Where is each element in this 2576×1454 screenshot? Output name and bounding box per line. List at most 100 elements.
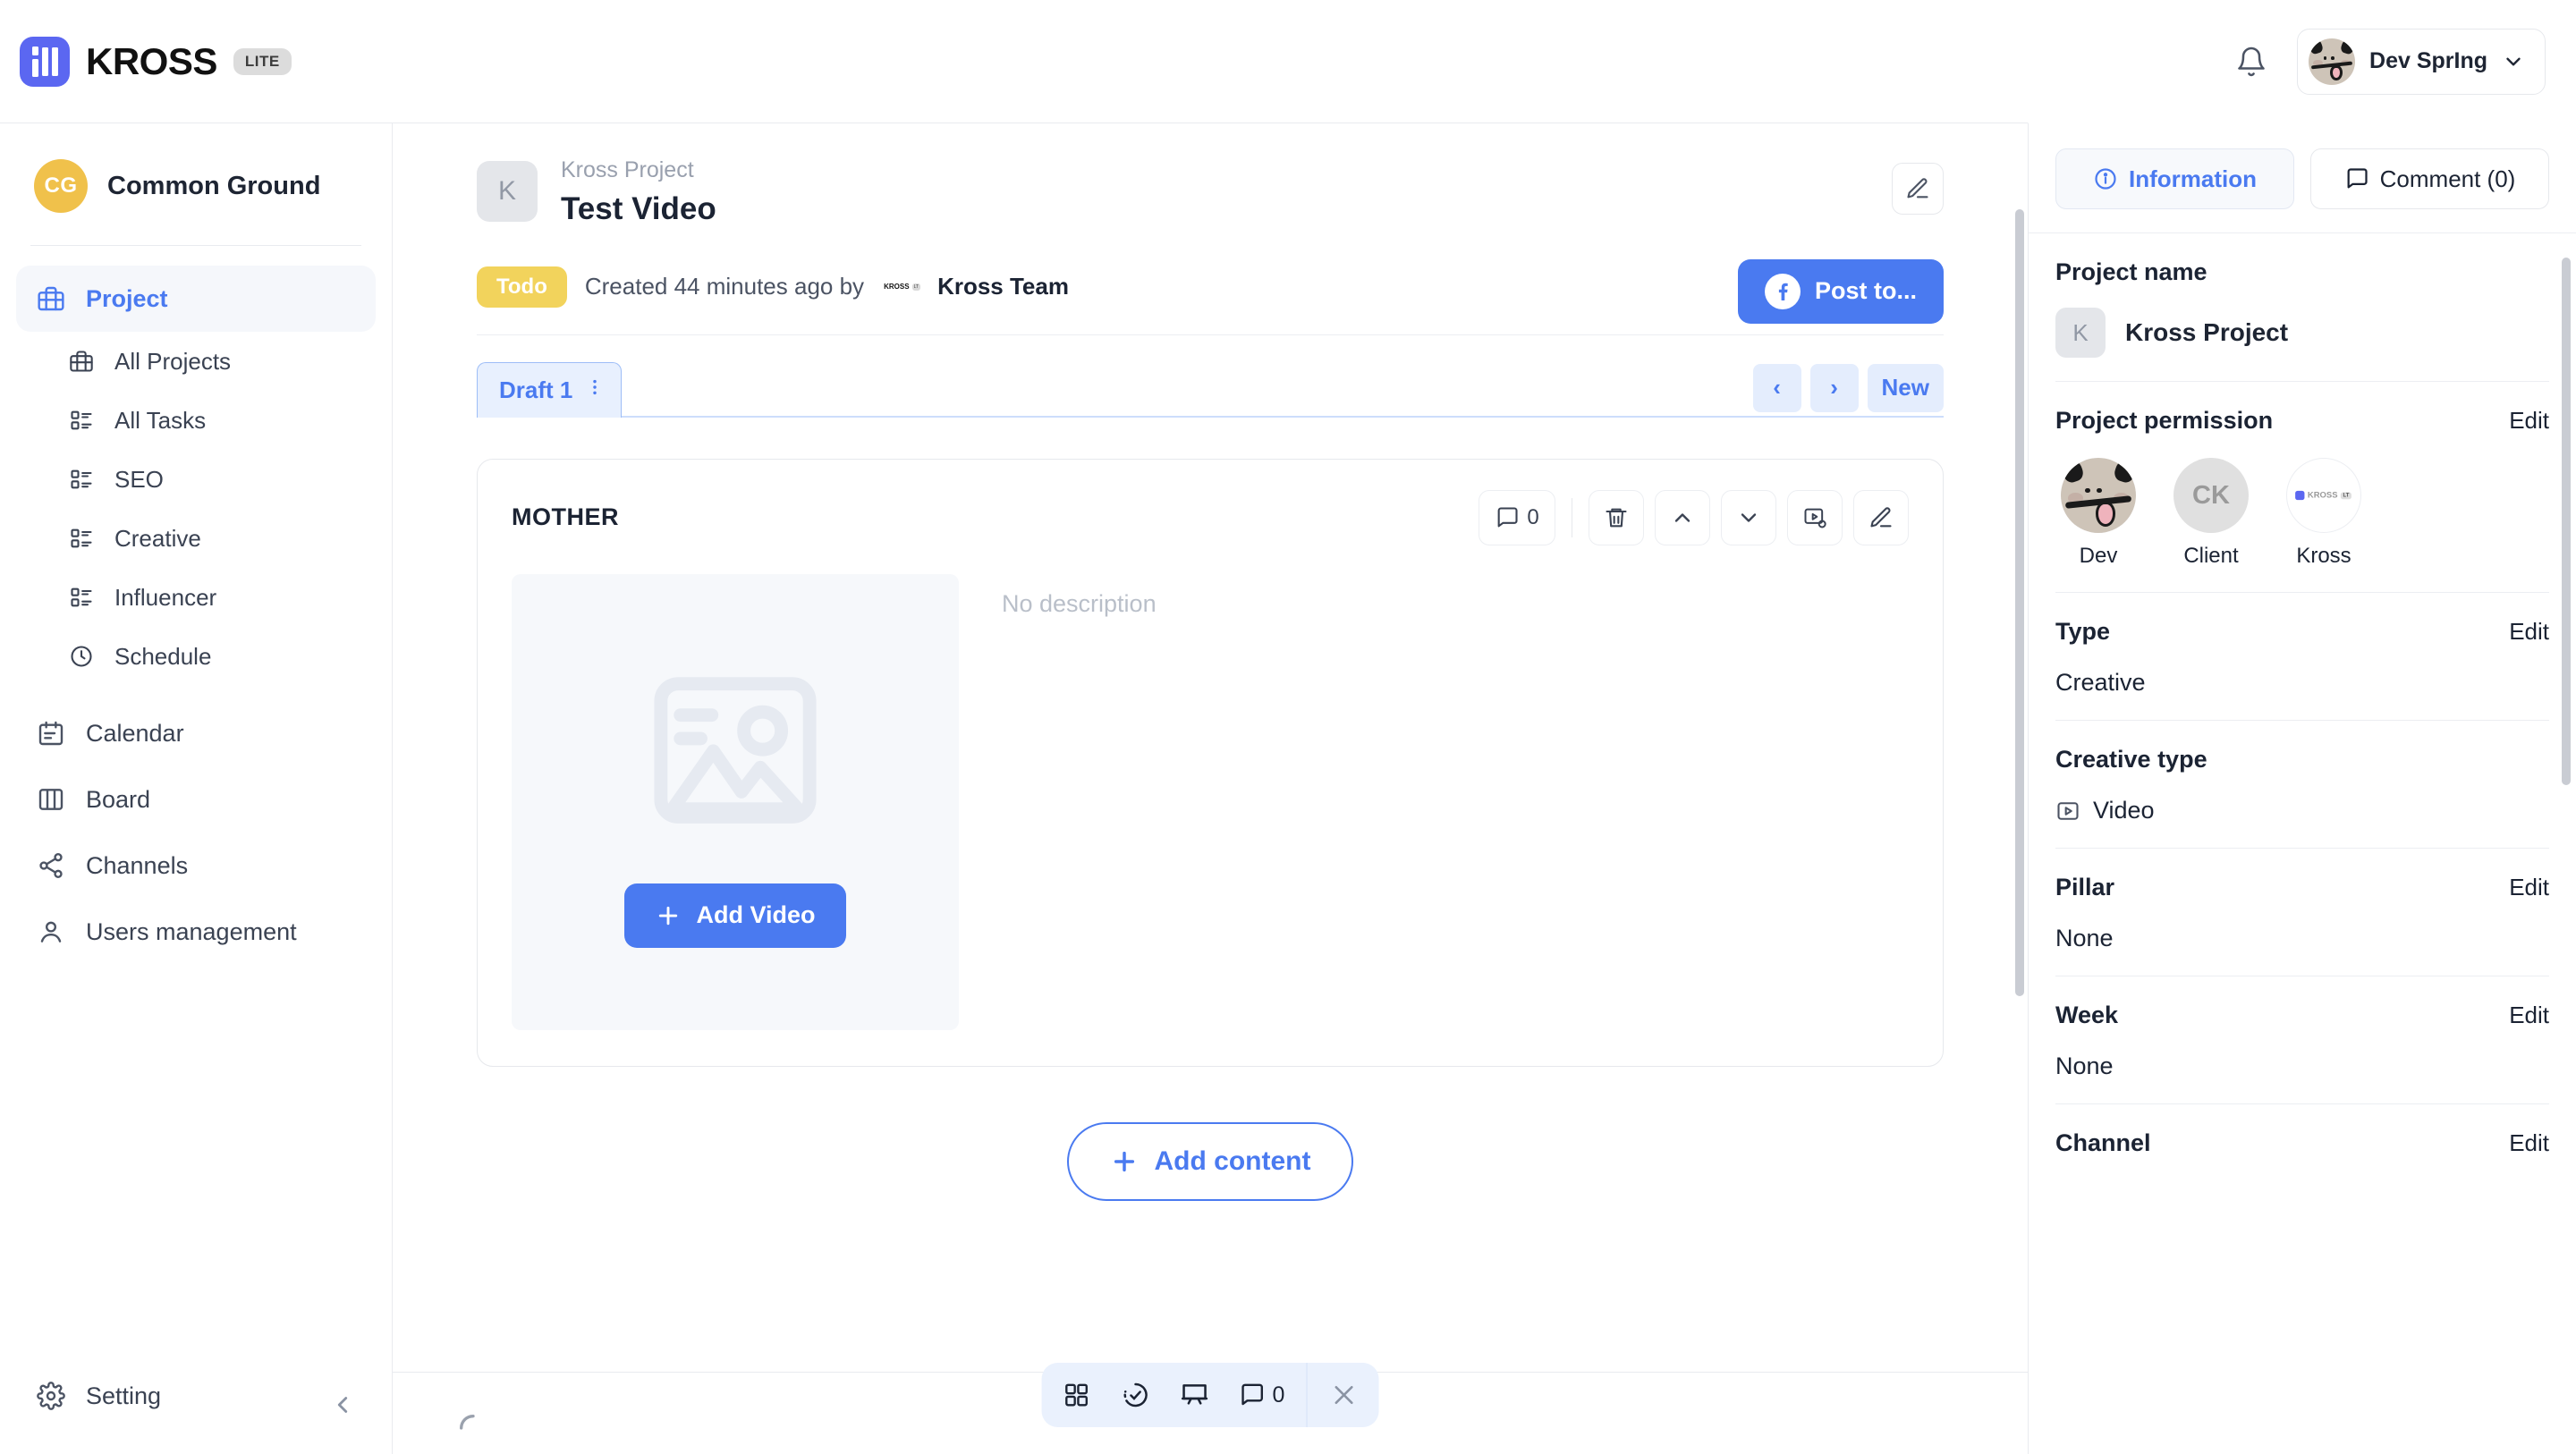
delete-button[interactable] xyxy=(1589,489,1644,545)
section-label: Channel xyxy=(2055,1129,2151,1156)
pencil-icon xyxy=(1870,507,1892,528)
trash-icon xyxy=(1606,508,1627,528)
sidebar-item-label: Channels xyxy=(86,851,189,879)
sidebar-item-board[interactable]: Board xyxy=(16,766,376,833)
edit-pillar-link[interactable]: Edit xyxy=(2509,874,2549,901)
sidebar-item-calendar[interactable]: Calendar xyxy=(16,700,376,766)
sidebar-item-project[interactable]: Project xyxy=(16,266,376,332)
progress-button[interactable] xyxy=(1110,1370,1162,1420)
tab-comment[interactable]: Comment (0) xyxy=(2310,148,2549,209)
move-down-button[interactable] xyxy=(1721,489,1776,545)
sidebar-item-influencer[interactable]: Influencer xyxy=(16,568,376,627)
content-card-header: MOTHER 0 xyxy=(512,489,1909,545)
new-draft-button[interactable]: New xyxy=(1867,363,1944,412)
section-label: Pillar xyxy=(2055,874,2115,900)
status-badge[interactable]: Todo xyxy=(477,266,567,308)
tab-draft-1[interactable]: Draft 1 xyxy=(477,361,623,418)
add-video-button[interactable]: Add Video xyxy=(624,883,846,948)
sidebar-collapse-button[interactable] xyxy=(322,1384,363,1425)
created-text: Created 44 minutes ago by xyxy=(584,273,865,300)
bell-icon[interactable] xyxy=(2231,41,2272,82)
type-value: Creative xyxy=(2055,669,2146,696)
edit-week-link[interactable]: Edit xyxy=(2509,1002,2549,1029)
person-client[interactable]: CK Client xyxy=(2168,458,2254,569)
section-project-name: Project name K Kross Project xyxy=(2055,233,2549,381)
edit-type-link[interactable]: Edit xyxy=(2509,618,2549,646)
user-name: Dev SprIng xyxy=(2369,48,2487,73)
project-name-value: Kross Project xyxy=(2125,318,2289,346)
user-menu[interactable]: Dev SprIng xyxy=(2297,28,2546,95)
prev-draft-button[interactable]: ‹ xyxy=(1752,363,1801,412)
right-panel-scrollbar[interactable] xyxy=(2562,258,2571,785)
add-video-label: Add Video xyxy=(696,901,816,929)
post-to-label: Post to... xyxy=(1815,277,1917,305)
sidebar-item-all-projects[interactable]: All Projects xyxy=(16,332,376,391)
section-header: Week Edit xyxy=(2055,1002,2549,1029)
video-settings-button[interactable] xyxy=(1787,489,1843,545)
tab-information[interactable]: Information xyxy=(2055,148,2294,209)
sidebar-item-all-tasks[interactable]: All Tasks xyxy=(16,391,376,450)
avatar xyxy=(2309,38,2356,85)
briefcase-icon xyxy=(66,346,97,376)
section-label: Week xyxy=(2055,1002,2119,1028)
presentation-button[interactable] xyxy=(1169,1370,1221,1420)
add-content-wrap: Add content xyxy=(477,1121,1944,1201)
avatar: KROSS LT xyxy=(2286,458,2361,533)
sidebar-nav: Project All Projects All Tasks SEO Creat… xyxy=(0,246,392,965)
sidebar-item-label: Project xyxy=(86,284,168,312)
sidebar-item-seo[interactable]: SEO xyxy=(16,450,376,509)
close-icon xyxy=(1335,1385,1353,1405)
project-initial-badge: K xyxy=(2055,308,2106,358)
body-row: CG Common Ground Project All Projects Al… xyxy=(0,123,2576,1454)
section-header: Type Edit xyxy=(2055,618,2549,646)
move-up-button[interactable] xyxy=(1655,489,1710,545)
person-dev[interactable]: Dev xyxy=(2055,458,2141,569)
section-label: Project name xyxy=(2055,258,2207,285)
workspace-avatar: CG xyxy=(34,159,88,213)
sidebar-item-creative[interactable]: Creative xyxy=(16,509,376,568)
sidebar-item-users-management[interactable]: Users management xyxy=(16,899,376,965)
tab-information-label: Information xyxy=(2129,165,2257,192)
next-draft-button[interactable]: › xyxy=(1809,363,1859,412)
chevron-down-icon xyxy=(1741,513,1757,522)
grid-view-button[interactable] xyxy=(1051,1370,1103,1420)
comment-icon xyxy=(1497,507,1518,528)
sidebar-item-label: All Tasks xyxy=(114,406,207,434)
draft-tabs: Draft 1 ‹ › New xyxy=(477,360,1944,418)
edit-title-button[interactable] xyxy=(1892,163,1944,215)
sidebar-item-label: Creative xyxy=(114,524,201,552)
comment-count: 0 xyxy=(1527,504,1539,529)
briefcase-icon xyxy=(36,283,66,314)
top-bar-right: Dev SprIng xyxy=(2231,28,2546,95)
brand-logo[interactable]: KROSS LITE xyxy=(20,36,292,87)
workspace-selector[interactable]: CG Common Ground xyxy=(0,123,392,245)
pencil-icon xyxy=(1907,178,1928,199)
content-card: MOTHER 0 Add Video No description xyxy=(477,458,1944,1067)
main-scrollbar[interactable] xyxy=(2015,209,2024,996)
media-placeholder: Add Video xyxy=(512,573,959,1030)
close-toolbar-button[interactable] xyxy=(1318,1370,1369,1420)
edit-permission-link[interactable]: Edit xyxy=(2509,407,2549,435)
edit-channel-link[interactable]: Edit xyxy=(2509,1129,2549,1157)
sidebar-item-channels[interactable]: Channels xyxy=(16,833,376,899)
sidebar-item-label: Schedule xyxy=(114,642,212,670)
person-kross[interactable]: KROSS LT Kross xyxy=(2281,458,2367,569)
sidebar-item-schedule[interactable]: Schedule xyxy=(16,627,376,686)
floating-comment-button[interactable]: 0 xyxy=(1228,1370,1296,1420)
vertical-dots-icon[interactable] xyxy=(585,375,605,406)
share-nodes-icon xyxy=(36,850,66,881)
section-label: Creative type xyxy=(2055,746,2207,773)
comment-button[interactable]: 0 xyxy=(1479,489,1555,545)
creative-type-value: Video xyxy=(2093,797,2155,824)
kross-logo-icon: KROSS LT xyxy=(2295,490,2352,501)
top-bar: KROSS LITE Dev SprIng xyxy=(0,0,2576,123)
person-name: Kross xyxy=(2296,544,2351,568)
page-title: Test Video xyxy=(561,190,716,226)
gear-icon xyxy=(36,1381,66,1411)
content-card-toolbar: 0 xyxy=(1479,489,1909,545)
add-content-button[interactable]: Add content xyxy=(1066,1121,1354,1201)
user-icon xyxy=(36,917,66,947)
edit-content-button[interactable] xyxy=(1853,489,1909,545)
kross-logo-icon xyxy=(20,36,70,87)
post-to-button[interactable]: Post to... xyxy=(1738,258,1944,324)
